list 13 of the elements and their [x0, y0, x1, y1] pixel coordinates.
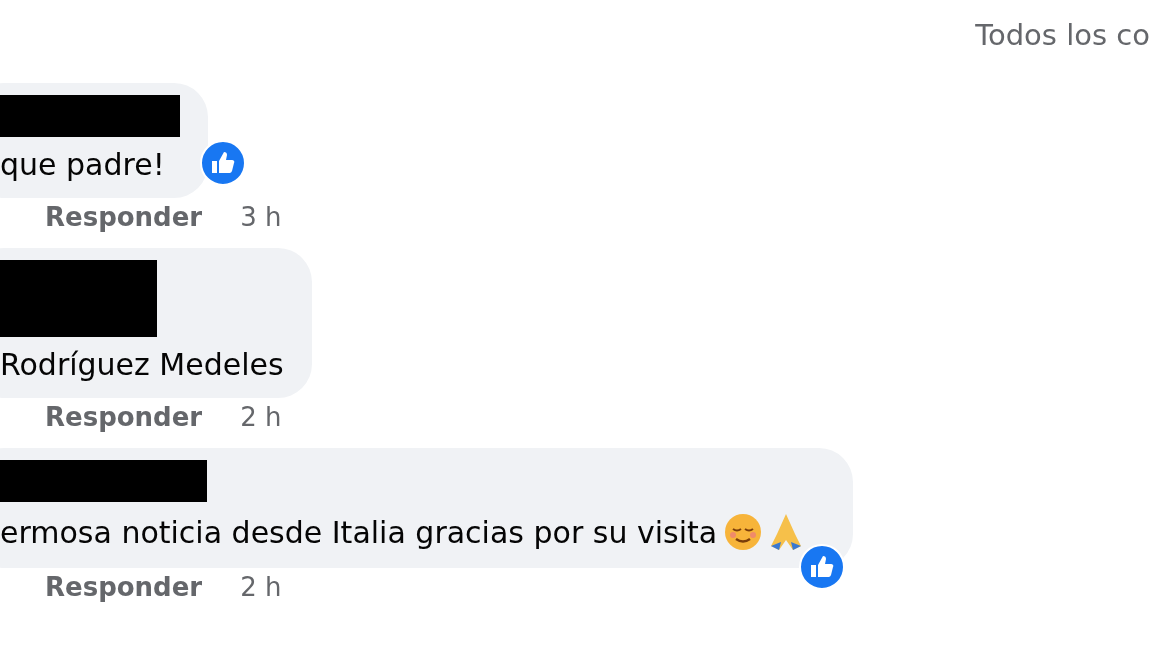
reply-link[interactable]: Responder — [45, 572, 203, 602]
comment-text: ermosa noticia desde Italia gracias por su visita — [0, 514, 718, 550]
comment-text: que padre! — [0, 147, 165, 182]
comment-time: 2 h — [240, 572, 282, 602]
smiling-face-icon — [723, 512, 764, 552]
comment-time: 2 h — [240, 402, 282, 432]
like-reaction-icon[interactable] — [799, 544, 846, 590]
reply-link[interactable]: Responder — [45, 202, 203, 232]
comment-time: 3 h — [240, 202, 282, 232]
comment-filter-label[interactable]: Todos los co — [975, 18, 1150, 64]
like-reaction-icon[interactable] — [200, 140, 246, 186]
reply-link[interactable]: Responder — [45, 402, 203, 432]
comment-text: Rodríguez Medeles — [0, 347, 284, 382]
